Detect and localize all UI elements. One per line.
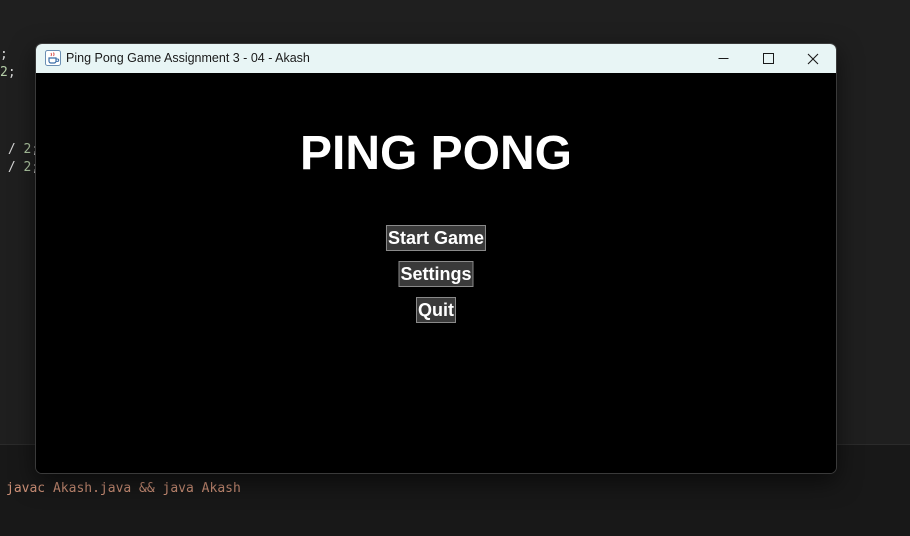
app-window: Ping Pong Game Assignment 3 - 04 - Akash… [35,43,837,474]
code-line: / 2; [0,142,39,157]
code-line: / 2; [0,160,39,175]
minimize-icon [718,53,729,64]
terminal-command: javac Akash.java && java Akash [6,481,241,496]
close-icon [807,53,819,65]
close-button[interactable] [790,44,836,73]
settings-button[interactable]: Settings [398,261,474,287]
maximize-button[interactable] [745,44,791,73]
minimize-button[interactable] [700,44,746,73]
window-title: Ping Pong Game Assignment 3 - 04 - Akash [66,51,310,65]
code-line: ; [0,47,8,62]
game-canvas: PING PONG Start Game Settings Quit [36,73,836,473]
window-titlebar[interactable]: Ping Pong Game Assignment 3 - 04 - Akash [36,44,836,73]
java-cup-icon [45,50,61,66]
quit-button[interactable]: Quit [416,297,456,323]
start-game-button[interactable]: Start Game [385,225,487,251]
maximize-icon [762,53,774,64]
code-line: 2; [0,65,16,80]
game-title: PING PONG [299,127,573,180]
